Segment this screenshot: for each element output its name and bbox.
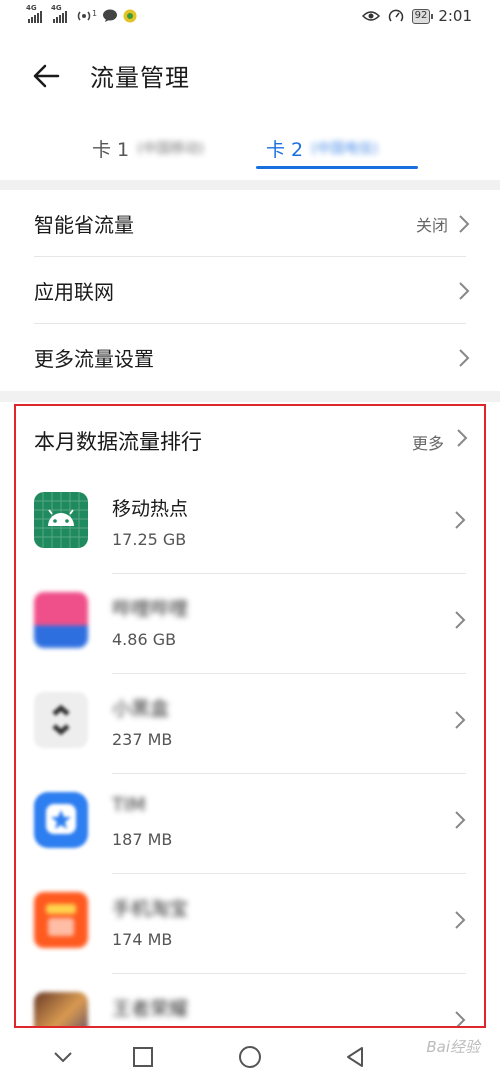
chevron-right-icon [455, 711, 466, 729]
baidu-jingyan-watermark: Bai经验 [426, 1038, 480, 1056]
wzry-icon [34, 992, 88, 1026]
app-data-usage: 4.86 GB [112, 630, 177, 649]
nav-recents-button[interactable] [128, 1042, 158, 1072]
app-data-usage: 187 MB [112, 830, 173, 849]
app-name: 哔哩哔哩 [112, 598, 189, 620]
sim1-network-type: 4G [26, 4, 37, 12]
setting-label: 智能省流量 [34, 213, 134, 237]
tab-sim-2-label: 卡 2 [266, 138, 304, 161]
nav-home-button[interactable] [235, 1042, 265, 1072]
status-right: 92 2:01 [361, 7, 472, 25]
app-row[interactable]: 王者荣耀 [16, 974, 484, 1026]
app-name: 小黑盒 [112, 698, 170, 720]
back-button[interactable] [30, 60, 70, 92]
app-header: 流量管理 [0, 52, 500, 100]
tab-sim-1[interactable]: 卡 1 (中国移动) [92, 128, 204, 168]
nav-collapse-button[interactable] [48, 1042, 78, 1072]
app-data-usage: 17.25 GB [112, 530, 187, 549]
sim-card-tabs: 卡 1 (中国移动) 卡 2 (中国电信) [0, 128, 500, 172]
tab-sim-2[interactable]: 卡 2 (中国电信) [266, 128, 378, 168]
sim2-network-type: 4G [51, 4, 62, 12]
status-left: 4G 4G 1 [26, 4, 137, 24]
tim-icon [34, 792, 88, 848]
setting-value: 关闭 [415, 215, 448, 235]
eye-comfort-icon [361, 11, 380, 21]
hotspot-icon [77, 11, 91, 21]
chevron-right-icon [455, 511, 466, 529]
section-divider-band [0, 180, 500, 190]
app-name: TIM [112, 794, 146, 816]
tab-sim-1-carrier: (中国移动) [137, 141, 205, 157]
settings-list: 智能省流量 关闭 应用联网 更多流量设置 [0, 190, 500, 391]
sim2-signal-icon: 4G [51, 4, 67, 23]
ranking-more-link[interactable]: 更多 [412, 430, 444, 454]
chevron-right-icon [459, 215, 470, 233]
page-title: 流量管理 [90, 64, 190, 92]
app-name: 王者荣耀 [112, 998, 189, 1020]
app-notification-icon [123, 9, 137, 23]
setting-more-data-settings[interactable]: 更多流量设置 [0, 324, 500, 391]
battery-icon: 92 [411, 8, 434, 24]
sim1-signal-icon: 4G [26, 4, 42, 23]
setting-smart-data-saver[interactable]: 智能省流量 关闭 [0, 190, 500, 257]
setting-label: 应用联网 [34, 280, 114, 304]
ranking-header: 本月数据流量排行 更多 [16, 406, 484, 472]
app-row[interactable]: 移动热点 17.25 GB [16, 474, 484, 574]
xiaoheihe-icon [34, 692, 88, 748]
message-icon [103, 9, 118, 22]
app-name: 手机淘宝 [112, 898, 189, 920]
hotspot-count: 1 [92, 8, 98, 18]
taobao-icon [34, 892, 88, 948]
tab-active-indicator [256, 166, 418, 169]
nav-back-button[interactable] [340, 1042, 370, 1072]
app-data-usage: 174 MB [112, 930, 173, 949]
app-row[interactable]: 哔哩哔哩 4.86 GB [16, 574, 484, 674]
monthly-data-ranking: 本月数据流量排行 更多 移动热点 17.25 GB 哔哩哔哩 4.86 GB 小… [14, 404, 486, 1028]
bilibili-icon [34, 592, 88, 648]
section-divider-band [0, 391, 500, 402]
app-data-usage: 237 MB [112, 730, 173, 749]
app-row[interactable]: TIM 187 MB [16, 774, 484, 874]
data-saver-icon [388, 9, 403, 22]
chevron-right-icon[interactable] [456, 428, 468, 448]
status-bar: 4G 4G 1 92 2:01 [0, 0, 500, 36]
chevron-right-icon [455, 1011, 466, 1026]
tab-sim-2-carrier: (中国电信) [311, 141, 379, 157]
chevron-right-icon [459, 282, 470, 300]
setting-label: 更多流量设置 [34, 347, 154, 371]
system-nav-bar [0, 1030, 500, 1084]
setting-app-network-access[interactable]: 应用联网 [0, 257, 500, 324]
chevron-right-icon [459, 349, 470, 367]
app-row[interactable]: 手机淘宝 174 MB [16, 874, 484, 974]
app-row[interactable]: 小黑盒 237 MB [16, 674, 484, 774]
chevron-right-icon [455, 911, 466, 929]
tab-sim-1-label: 卡 1 [92, 138, 130, 161]
status-time: 2:01 [438, 7, 472, 25]
android-hotspot-icon [34, 492, 88, 548]
chevron-right-icon [455, 811, 466, 829]
chevron-right-icon [455, 611, 466, 629]
arrow-left-icon [33, 64, 60, 88]
app-name: 移动热点 [112, 498, 189, 520]
ranking-title: 本月数据流量排行 [34, 430, 202, 454]
